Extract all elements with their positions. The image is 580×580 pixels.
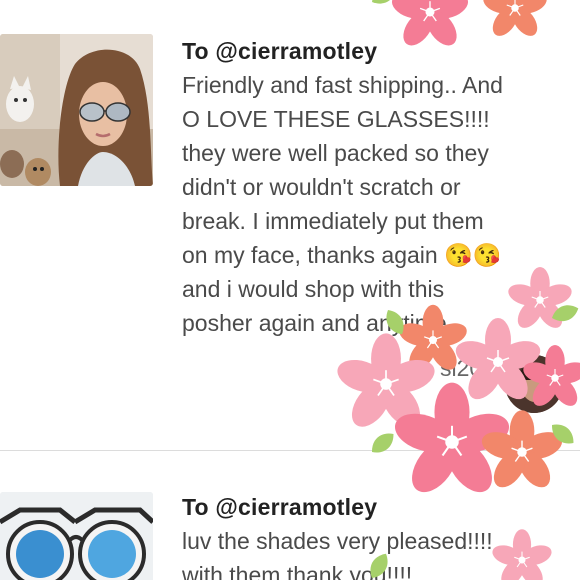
divider [0, 450, 580, 451]
sunglasses-photo-icon [0, 492, 153, 580]
review-photo[interactable] [0, 492, 153, 580]
review-photo[interactable] [0, 34, 153, 186]
selfie-photo-icon [0, 34, 153, 186]
reviews-feed: To @cierramotley Friendly and fast shipp… [0, 0, 580, 580]
review-body: To @cierramotley luv the shades very ple… [182, 492, 560, 580]
avatar[interactable] [505, 355, 563, 413]
review-line: and i would shop with this [182, 276, 445, 302]
review-line: on my face, thanks again 😘😘 [182, 242, 502, 268]
review-recipient[interactable]: To @cierramotley [182, 492, 560, 522]
review-sender[interactable]: sl20 [440, 355, 482, 382]
review-card: To @cierramotley Friendly and fast shipp… [0, 0, 580, 450]
review-line: posher again and anytime [182, 310, 447, 336]
review-line: they were well packed so they [182, 140, 489, 166]
review-line: Friendly and fast shipping.. And [182, 72, 503, 98]
review-recipient[interactable]: To @cierramotley [182, 36, 560, 66]
review-line: didn't or wouldn't scratch or [182, 174, 461, 200]
review-line: break. I immediately put them [182, 208, 484, 234]
avatar-photo-icon [505, 355, 563, 413]
review-message: luv the shades very pleased!!!! with the… [182, 524, 560, 580]
review-line: O LOVE THESE GLASSES!!!! [182, 106, 490, 132]
review-line: luv the shades very pleased!!!! [182, 528, 493, 554]
review-card: To @cierramotley luv the shades very ple… [0, 452, 580, 580]
review-message: Friendly and fast shipping.. And O LOVE … [182, 68, 560, 340]
review-body: To @cierramotley Friendly and fast shipp… [182, 36, 560, 340]
review-line: with them thank you!!!! [182, 562, 413, 580]
